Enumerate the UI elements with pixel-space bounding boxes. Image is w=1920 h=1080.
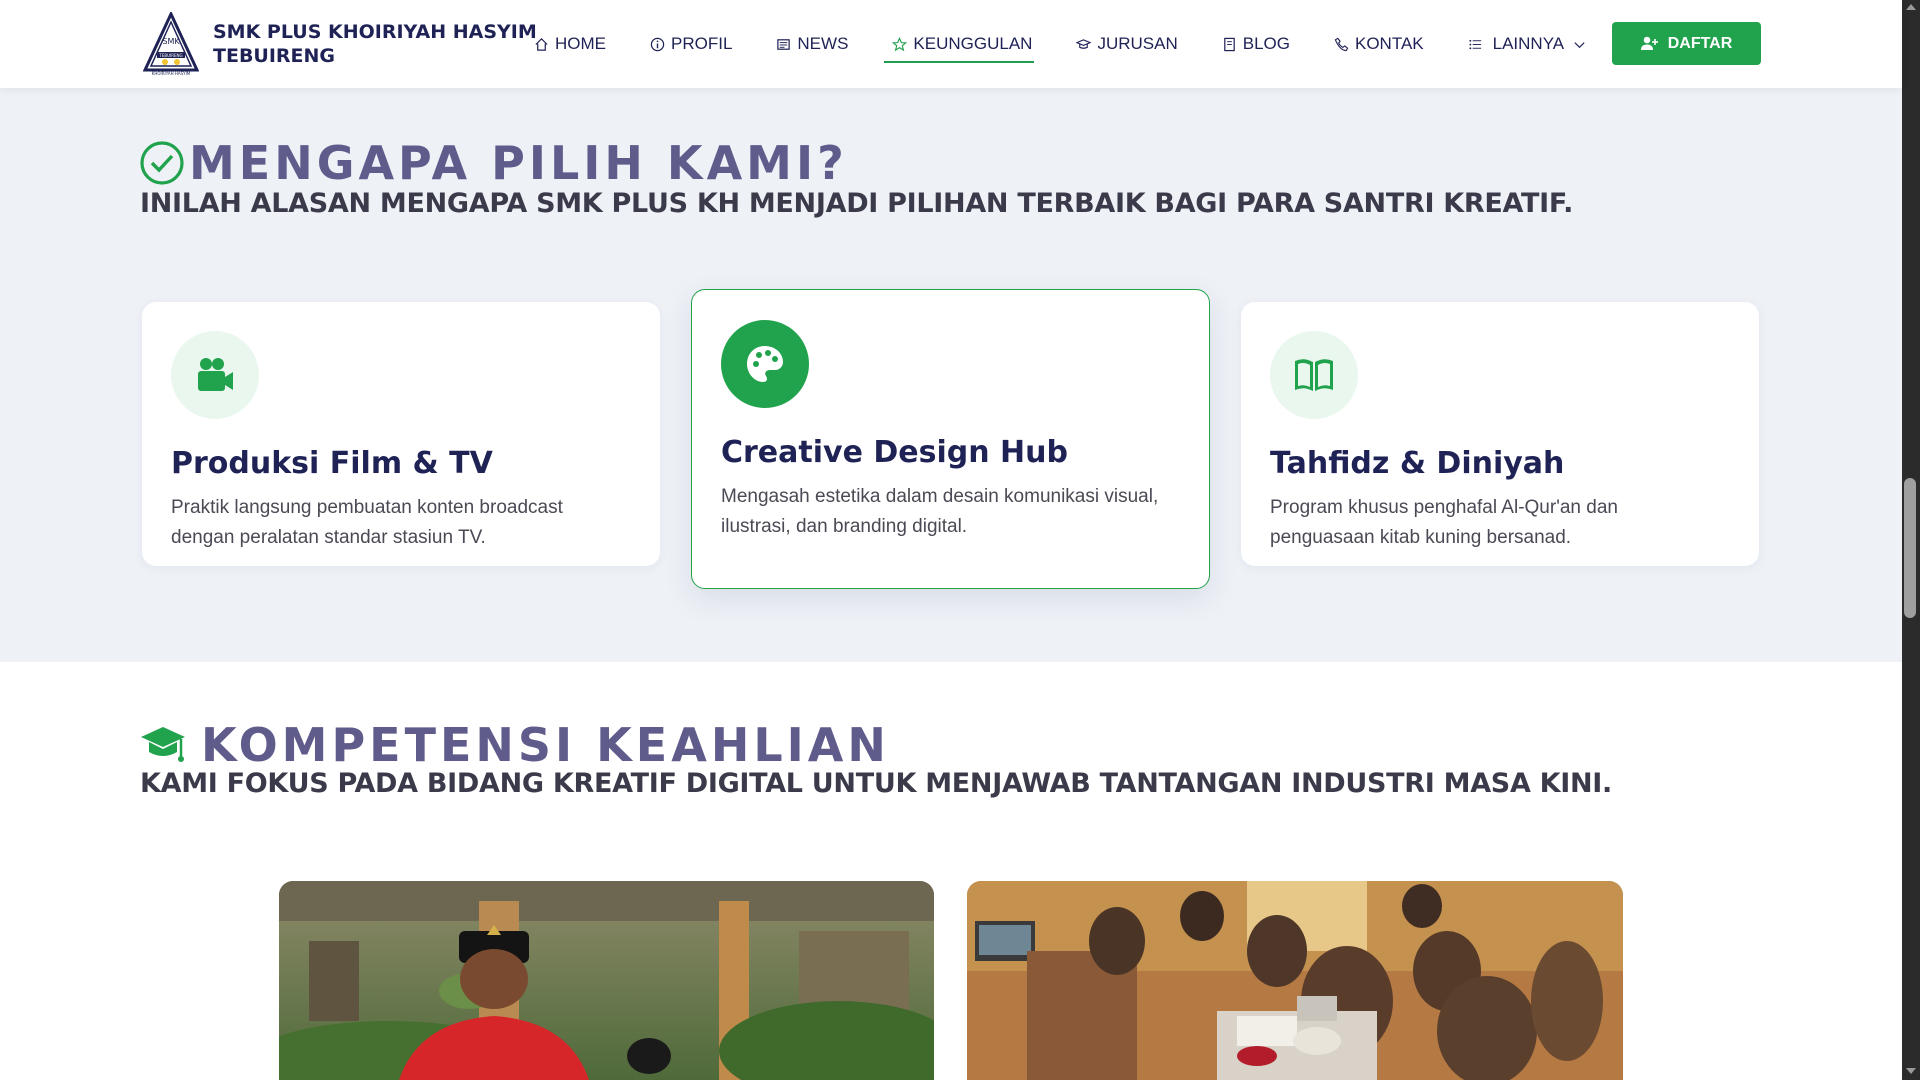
feature-card-design-icon-wrap	[721, 320, 809, 408]
feature-card-film-title: Produksi Film & TV	[171, 446, 493, 481]
nav-news[interactable]: NEWS	[776, 0, 848, 88]
photo-student-campus	[279, 881, 934, 1080]
home-icon	[535, 37, 548, 51]
graduation-cap-icon	[1076, 38, 1092, 49]
school-logo: SMK TEBUIRENG KHOIRIYAH HASYIM	[143, 12, 199, 76]
open-book-icon	[1295, 359, 1333, 391]
register-button[interactable]: DAFTAR	[1612, 22, 1761, 65]
brand-name: SMK PLUS KHOIRIYAH HASYIM TEBUIRENG	[213, 20, 537, 68]
nav-blog[interactable]: BLOG	[1222, 0, 1290, 88]
feature-card-film-icon-wrap	[171, 331, 259, 419]
feature-card-tahfidz-desc: Program khusus penghafal Al-Qur'an dan p…	[1270, 497, 1618, 548]
user-plus-icon	[1640, 36, 1658, 50]
nav-jurusan[interactable]: JURUSAN	[1076, 0, 1178, 88]
nav-kontak-label: KONTAK	[1354, 34, 1424, 53]
feature-card-tahfidz-icon-wrap	[1270, 331, 1358, 419]
info-icon	[650, 37, 665, 51]
nav-kontak[interactable]: KONTAK	[1334, 0, 1424, 88]
feature-card-tahfidz-title: Tahfidz & Diniyah	[1270, 446, 1565, 481]
why-title-row: MENGAPA PILIH KAMI?	[139, 136, 848, 190]
nav-profil-label: PROFIL	[671, 34, 733, 53]
star-icon	[892, 36, 908, 51]
graduation-cap-icon	[141, 727, 185, 762]
nav-home-label: HOME	[555, 34, 606, 53]
brand-name-line2: TEBUIRENG	[213, 45, 336, 67]
newspaper-icon	[777, 38, 791, 50]
nav-blog-label: BLOG	[1242, 34, 1290, 53]
nav-lainnya[interactable]: LAINNYA	[1468, 0, 1588, 88]
competence-photo-broadcast[interactable]	[279, 881, 934, 1080]
site-header: SMK TEBUIRENG KHOIRIYAH HASYIM SMK PLUS …	[0, 0, 1902, 88]
video-camera-icon	[198, 358, 233, 391]
feature-card-tahfidz: Tahfidz & Diniyah Program khusus penghaf…	[1241, 302, 1759, 566]
nav-news-label: NEWS	[797, 34, 849, 53]
nav-keunggulan-label: KEUNGGULAN	[913, 34, 1033, 53]
feature-card-film-desc: Praktik langsung pembuatan konten broadc…	[171, 497, 563, 548]
logo-text-band: TEBUIRENG	[158, 53, 182, 58]
chevron-down-icon	[1574, 41, 1585, 48]
nav-jurusan-label: JURUSAN	[1097, 34, 1178, 53]
journal-icon	[1223, 37, 1235, 51]
nav-profil[interactable]: PROFIL	[650, 0, 732, 88]
brand[interactable]: SMK TEBUIRENG KHOIRIYAH HASYIM SMK PLUS …	[143, 12, 537, 76]
competence-section: KOMPETENSI KEAHLIAN KAMI FOKUS PADA BIDA…	[0, 662, 1902, 1080]
feature-card-design: Creative Design Hub Mengasah estetika da…	[691, 289, 1210, 589]
competence-photo-design[interactable]	[967, 881, 1623, 1080]
nav-keunggulan[interactable]: KEUNGGULAN	[884, 0, 1035, 88]
feature-card-film: Produksi Film & TV Praktik langsung pemb…	[142, 302, 660, 566]
why-subtitle: INILAH ALASAN MENGAPA SMK PLUS KH MENJAD…	[140, 188, 1574, 219]
competence-title-row: KOMPETENSI KEAHLIAN	[139, 718, 890, 772]
check-circle-icon	[140, 141, 184, 185]
list-icon	[1469, 39, 1481, 49]
photo-students-workshop	[967, 881, 1623, 1080]
feature-card-design-desc: Mengasah estetika dalam desain komunikas…	[721, 486, 1159, 537]
logo-text-top: SMK	[162, 37, 180, 46]
brand-name-line1: SMK PLUS KHOIRIYAH HASYIM	[213, 21, 537, 43]
nav-lainnya-label: LAINNYA	[1492, 34, 1565, 53]
feature-card-design-title: Creative Design Hub	[721, 435, 1068, 470]
register-button-label: DAFTAR	[1667, 34, 1733, 52]
competence-title: KOMPETENSI KEAHLIAN	[201, 718, 890, 772]
palette-icon	[747, 346, 783, 382]
nav-home[interactable]: HOME	[534, 0, 606, 88]
scroll-up-arrow-icon[interactable]	[1906, 4, 1916, 10]
competence-subtitle: KAMI FOKUS PADA BIDANG KREATIF DIGITAL U…	[140, 768, 1613, 799]
why-choose-us-section: MENGAPA PILIH KAMI? INILAH ALASAN MENGAP…	[0, 88, 1902, 662]
scrollbar-thumb[interactable]	[1904, 478, 1916, 618]
scroll-down-arrow-icon[interactable]	[1906, 1068, 1916, 1074]
why-title: MENGAPA PILIH KAMI?	[189, 136, 848, 190]
phone-icon	[1334, 37, 1349, 51]
main-nav: HOME PROFIL NEWS KEUNGGULAN JURUSAN BLOG…	[534, 0, 1631, 88]
logo-text-bottom: KHOIRIYAH HASYIM	[152, 71, 191, 76]
